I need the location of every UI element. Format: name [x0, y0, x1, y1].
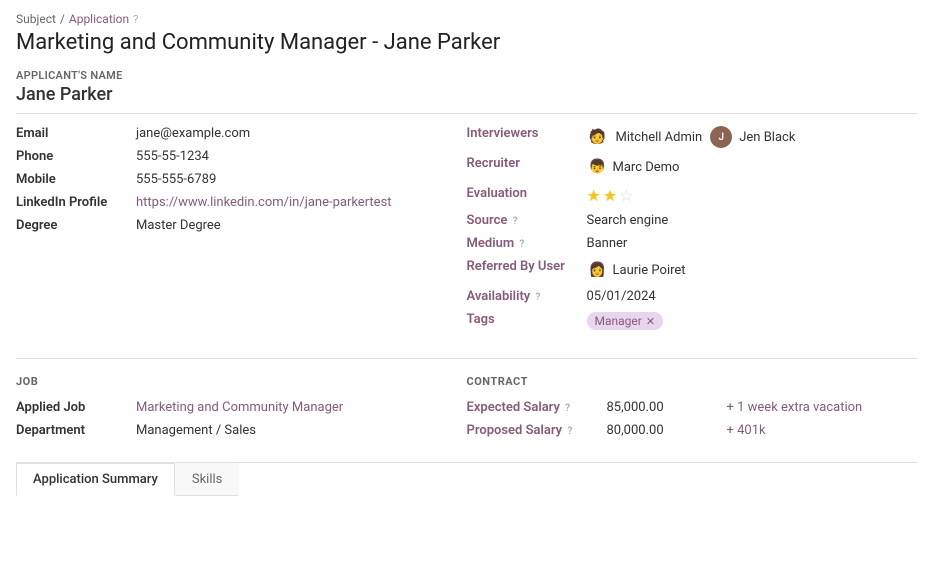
linkedin-label: LinkedIn Profile [16, 195, 136, 210]
interviewers-value: 🧑 Mitchell Admin J Jen Black [587, 126, 894, 148]
degree-label: Degree [16, 218, 136, 233]
interviewer-mitchell: 🧑 Mitchell Admin [587, 126, 703, 148]
jen-name: Jen Black [739, 130, 795, 145]
interviewers-label: Interviewers [467, 126, 587, 141]
source-row: Source ? Search engine [467, 213, 894, 228]
medium-row: Medium ? Banner [467, 236, 894, 251]
proposed-salary-row: Proposed Salary ? 80,000.00 + 401k [467, 423, 918, 438]
email-row: Email jane@example.com [16, 126, 443, 141]
mobile-value: 555-555-6789 [136, 172, 443, 187]
contract-header: CONTRACT [467, 375, 918, 388]
phone-row: Phone 555-55-1234 [16, 149, 443, 164]
job-section: JOB Applied Job Marketing and Community … [16, 375, 467, 446]
contract-section: CONTRACT Expected Salary ? 85,000.00 + 1… [467, 375, 918, 446]
referred-value: 👩 Laurie Poiret [587, 259, 894, 281]
tab-skills[interactable]: Skills [175, 463, 240, 496]
breadcrumb-separator: / [60, 12, 65, 26]
linkedin-link[interactable]: https://www.linkedin.com/in/jane-parkert… [136, 195, 392, 210]
source-label: Source ? [467, 213, 587, 228]
recruiter-value: 👦 Marc Demo [587, 156, 894, 178]
bottom-section: JOB Applied Job Marketing and Community … [16, 375, 917, 446]
phone-label: Phone [16, 149, 136, 164]
section-divider [16, 358, 917, 359]
breadcrumb-application[interactable]: Application [69, 12, 129, 26]
breadcrumb: Subject / Application ? [16, 12, 917, 26]
job-header: JOB [16, 375, 443, 388]
tags-label: Tags [467, 312, 587, 327]
recruiter-label: Recruiter [467, 156, 587, 171]
interviewers-row: Interviewers 🧑 Mitchell Admin J Jen Blac… [467, 126, 894, 148]
mobile-row: Mobile 555-555-6789 [16, 172, 443, 187]
expected-salary-row: Expected Salary ? 85,000.00 + 1 week ext… [467, 400, 918, 415]
jen-avatar: J [710, 126, 732, 148]
interviewer-jen: J Jen Black [710, 126, 795, 148]
availability-row: Availability ? 05/01/2024 [467, 289, 894, 304]
recruiter-row: Recruiter 👦 Marc Demo [467, 156, 894, 178]
main-fields-section: Email jane@example.com Phone 555-55-1234… [16, 126, 917, 338]
applicant-name-label: Applicant's Name [16, 69, 917, 82]
availability-value: 05/01/2024 [587, 289, 894, 304]
phone-value: 555-55-1234 [136, 149, 443, 164]
mitchell-avatar: 🧑 [587, 126, 609, 148]
referred-row: Referred By User 👩 Laurie Poiret [467, 259, 894, 281]
applied-job-link[interactable]: Marketing and Community Manager [136, 400, 343, 415]
medium-help[interactable]: ? [519, 239, 524, 250]
recruiter-avatar: 👦 [587, 156, 609, 178]
applied-job-row: Applied Job Marketing and Community Mana… [16, 400, 443, 415]
star-1[interactable]: ★ [587, 186, 601, 205]
tag-manager-label: Manager [595, 314, 642, 328]
breadcrumb-help[interactable]: ? [133, 13, 138, 26]
medium-value: Banner [587, 236, 894, 251]
expected-salary-value: 85,000.00 [607, 400, 727, 415]
department-row: Department Management / Sales [16, 423, 443, 438]
proposed-salary-help[interactable]: ? [567, 426, 572, 437]
tab-application-summary-label: Application Summary [33, 472, 158, 487]
department-label: Department [16, 423, 136, 438]
degree-row: Degree Master Degree [16, 218, 443, 233]
evaluation-stars[interactable]: ★ ★ ☆ [587, 186, 894, 205]
tags-row: Tags Manager ✕ [467, 312, 894, 330]
email-label: Email [16, 126, 136, 141]
tag-manager-remove[interactable]: ✕ [646, 315, 655, 328]
star-3[interactable]: ☆ [619, 186, 633, 205]
availability-help[interactable]: ? [536, 292, 541, 303]
medium-label: Medium ? [467, 236, 587, 251]
tab-skills-label: Skills [192, 472, 223, 487]
source-value: Search engine [587, 213, 894, 228]
recruiter-name: Marc Demo [613, 160, 680, 175]
tabs-bar: Application Summary Skills [16, 462, 917, 495]
expected-salary-extra[interactable]: + 1 week extra vacation [727, 400, 918, 415]
department-value: Management / Sales [136, 423, 443, 438]
star-2[interactable]: ★ [603, 186, 617, 205]
referred-name: Laurie Poiret [613, 263, 686, 278]
page-title: Marketing and Community Manager - Jane P… [16, 30, 917, 55]
email-value: jane@example.com [136, 126, 443, 141]
mobile-label: Mobile [16, 172, 136, 187]
applicant-name: Jane Parker [16, 84, 917, 114]
left-column: Email jane@example.com Phone 555-55-1234… [16, 126, 467, 338]
expected-salary-help[interactable]: ? [565, 403, 570, 414]
proposed-salary-extra[interactable]: + 401k [727, 423, 918, 438]
referred-avatar: 👩 [587, 259, 609, 281]
linkedin-row: LinkedIn Profile https://www.linkedin.co… [16, 195, 443, 210]
evaluation-label: Evaluation [467, 186, 587, 201]
right-column: Interviewers 🧑 Mitchell Admin J Jen Blac… [467, 126, 918, 338]
mitchell-name: Mitchell Admin [616, 130, 703, 145]
proposed-salary-label: Proposed Salary ? [467, 423, 607, 438]
source-help[interactable]: ? [513, 216, 518, 227]
evaluation-row: Evaluation ★ ★ ☆ [467, 186, 894, 205]
breadcrumb-subject: Subject [16, 12, 56, 26]
tab-application-summary[interactable]: Application Summary [16, 463, 175, 496]
availability-label: Availability ? [467, 289, 587, 304]
referred-label: Referred By User [467, 259, 587, 274]
linkedin-value: https://www.linkedin.com/in/jane-parkert… [136, 195, 443, 210]
tag-manager: Manager ✕ [587, 312, 664, 330]
proposed-salary-value: 80,000.00 [607, 423, 727, 438]
applied-job-value: Marketing and Community Manager [136, 400, 443, 415]
applied-job-label: Applied Job [16, 400, 136, 415]
degree-value: Master Degree [136, 218, 443, 233]
expected-salary-label: Expected Salary ? [467, 400, 607, 415]
tags-value: Manager ✕ [587, 312, 894, 330]
